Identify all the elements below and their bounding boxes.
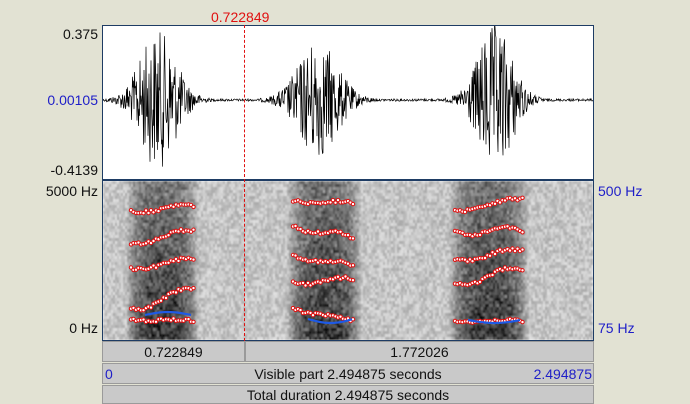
cursor-time-label: 0.722849 [211, 9, 270, 25]
total-duration-button[interactable]: Total duration 2.494875 seconds [102, 385, 594, 404]
spectrogram-freq-max-label: 5000 Hz [45, 183, 98, 199]
pitch-min-label: 75 Hz [598, 320, 635, 336]
waveform-min-label: -0.4139 [50, 162, 98, 178]
waveform-panel[interactable] [102, 25, 594, 180]
cursor-line[interactable] [244, 25, 245, 341]
left-segment-duration-button[interactable]: 0.722849 [102, 341, 245, 362]
spectrogram-plot [103, 181, 593, 340]
visible-start-time: 0 [105, 366, 113, 382]
waveform-zero-label: 0.00105 [47, 92, 98, 108]
right-segment-duration-button[interactable]: 1.772026 [245, 341, 594, 362]
spectrogram-freq-min-label: 0 Hz [69, 320, 98, 336]
right-segment-duration: 1.772026 [390, 343, 449, 360]
spectrogram-panel[interactable] [102, 180, 594, 341]
waveform-trace [103, 26, 593, 167]
left-segment-duration: 0.722849 [144, 343, 203, 360]
pitch-max-label: 500 Hz [598, 183, 643, 199]
waveform-plot [103, 26, 593, 167]
total-duration-label: Total duration 2.494875 seconds [246, 386, 450, 403]
visible-end-time: 2.494875 [533, 366, 592, 382]
sound-editor-view: 0.722849 0.375 0.00105 -0.4139 5000 Hz 0… [0, 0, 690, 404]
visible-part-label: Visible part 2.494875 seconds [254, 365, 442, 382]
waveform-max-label: 0.375 [62, 26, 98, 42]
